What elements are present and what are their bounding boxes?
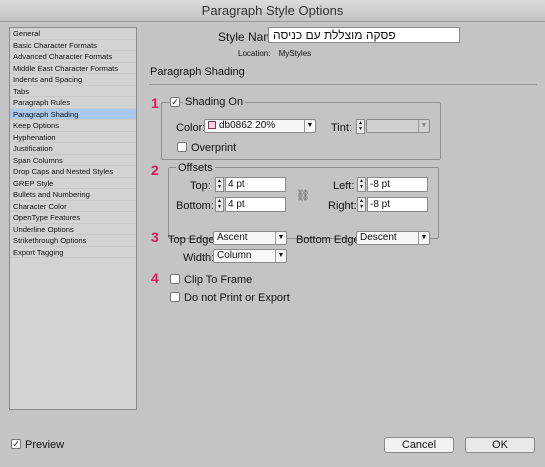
dialog: General Basic Character Formats Advanced C… [0,22,545,467]
bottom-edge-label: Bottom Edge: [296,234,363,246]
do-not-print-checkbox[interactable] [170,292,180,302]
color-dropdown[interactable]: db0862 20% ▼ [204,119,316,133]
step-marker-1: 1 [151,95,159,111]
offset-bottom-input[interactable]: 4 pt [225,197,286,212]
offset-bottom-label: Bottom: [176,200,214,212]
offset-left-input[interactable]: -8 pt [367,177,428,192]
offset-left-stepper[interactable]: ▲ ▼ [357,177,366,192]
width-value: Column [217,250,252,261]
stepper-arrows-icon: ▲ ▼ [217,178,222,190]
sidebar-item-span-columns[interactable]: Span Columns [10,155,136,166]
preview-label: Preview [25,439,65,451]
shading-on-label: Shading On [183,96,246,108]
tint-dropdown[interactable]: ▼ [366,119,430,133]
do-not-print-label: Do not Print or Export [184,292,290,304]
color-label: Color: [176,122,206,134]
stepper-arrows-icon: ▲ ▼ [359,178,364,190]
sidebar-item-opentype-features[interactable]: OpenType Features [10,212,136,224]
window-title: Paragraph Style Options [0,0,545,22]
clip-to-frame-label: Clip To Frame [184,274,253,286]
sidebar-item-strikethrough-options[interactable]: Strikethrough Options [10,235,136,247]
shading-on-checkbox[interactable]: ✓ [170,97,180,107]
sidebar-item-tabs[interactable]: Tabs [10,86,136,97]
chevron-down-icon: ▼ [418,232,429,244]
preview-checkbox[interactable]: ✓ [11,439,21,449]
sidebar-item-underline-options[interactable]: Underline Options [10,224,136,235]
offset-top-input[interactable]: 4 pt [225,177,286,192]
offset-right-label: Right: [328,200,357,212]
sidebar-item-paragraph-shading[interactable]: Paragraph Shading [10,108,136,120]
sidebar-item-drop-caps-and-nested-styles[interactable]: Drop Caps and Nested Styles [10,166,136,178]
stepper-arrows-icon: ▲ ▼ [217,198,222,210]
section-divider [149,84,537,85]
bottom-edge-value: Descent [360,232,397,243]
sidebar-item-basic-character-formats[interactable]: Basic Character Formats [10,40,136,51]
overprint-label: Overprint [191,142,237,154]
bottom-edge-dropdown[interactable]: Descent ▼ [356,231,430,245]
step-marker-4: 4 [151,270,159,286]
ok-button[interactable]: OK [465,437,535,453]
offset-right-stepper[interactable]: ▲ ▼ [357,197,366,212]
sidebar-category-list: General Basic Character Formats Advanced C… [9,27,137,410]
clip-to-frame-checkbox[interactable] [170,274,180,284]
offset-top-label: Top: [190,180,211,192]
color-dropdown-value: db0862 20% [219,120,276,131]
location-label: Location: MyStyles [238,49,311,58]
sidebar-item-advanced-character-formats[interactable]: Advanced Character Formats [10,51,136,63]
chevron-down-icon: ▼ [275,232,286,244]
stepper-arrows-icon: ▲ ▼ [358,120,363,132]
chevron-down-icon: ▼ [275,250,286,262]
tint-label: Tint: [331,122,352,134]
overprint-checkbox[interactable] [177,142,187,152]
offset-right-input[interactable]: -8 pt [367,197,428,212]
location-value: MyStyles [278,49,312,58]
top-edge-value: Ascent [217,232,248,243]
stepper-arrows-icon: ▲ ▼ [359,198,364,210]
width-label: Width: [183,252,215,264]
sidebar-item-character-color[interactable]: Character Color [10,201,136,212]
width-dropdown[interactable]: Column ▼ [213,249,287,263]
top-edge-dropdown[interactable]: Ascent ▼ [213,231,287,245]
sidebar-item-indents-and-spacing[interactable]: Indents and Spacing [10,74,136,86]
sidebar-item-export-tagging[interactable]: Export Tagging [10,247,136,258]
checkmark-icon: ✓ [12,439,20,449]
color-swatch-icon [208,121,216,130]
checkmark-icon: ✓ [171,97,179,107]
section-title: Paragraph Shading [150,66,245,78]
sidebar-item-hyphenation[interactable]: Hyphenation [10,132,136,143]
sidebar-item-middle-east-character-formats[interactable]: Middle East Character Formats [10,63,136,74]
tint-stepper[interactable]: ▲ ▼ [356,119,365,134]
style-name-input[interactable]: פסקה מוצללת עם כניסה [268,27,460,43]
chain-link-icon[interactable]: ⛓ [296,189,310,202]
cancel-button[interactable]: Cancel [384,437,454,453]
sidebar-item-justification[interactable]: Justification [10,143,136,155]
sidebar-item-general[interactable]: General [10,28,136,40]
step-marker-2: 2 [151,162,159,178]
offset-top-stepper[interactable]: ▲ ▼ [215,177,224,192]
offsets-title: Offsets [176,162,215,174]
step-marker-3: 3 [151,229,159,245]
offset-bottom-stepper[interactable]: ▲ ▼ [215,197,224,212]
sidebar-item-grep-style[interactable]: GREP Style [10,178,136,189]
sidebar-item-bullets-and-numbering[interactable]: Bullets and Numbering [10,189,136,201]
chevron-down-icon: ▼ [304,120,315,132]
top-edge-label: Top Edge: [168,234,218,246]
sidebar-item-keep-options[interactable]: Keep Options [10,120,136,132]
location-label-text: Location: [238,49,271,58]
offset-left-label: Left: [333,180,355,192]
sidebar-item-paragraph-rules[interactable]: Paragraph Rules [10,97,136,109]
chevron-down-icon: ▼ [418,120,429,132]
